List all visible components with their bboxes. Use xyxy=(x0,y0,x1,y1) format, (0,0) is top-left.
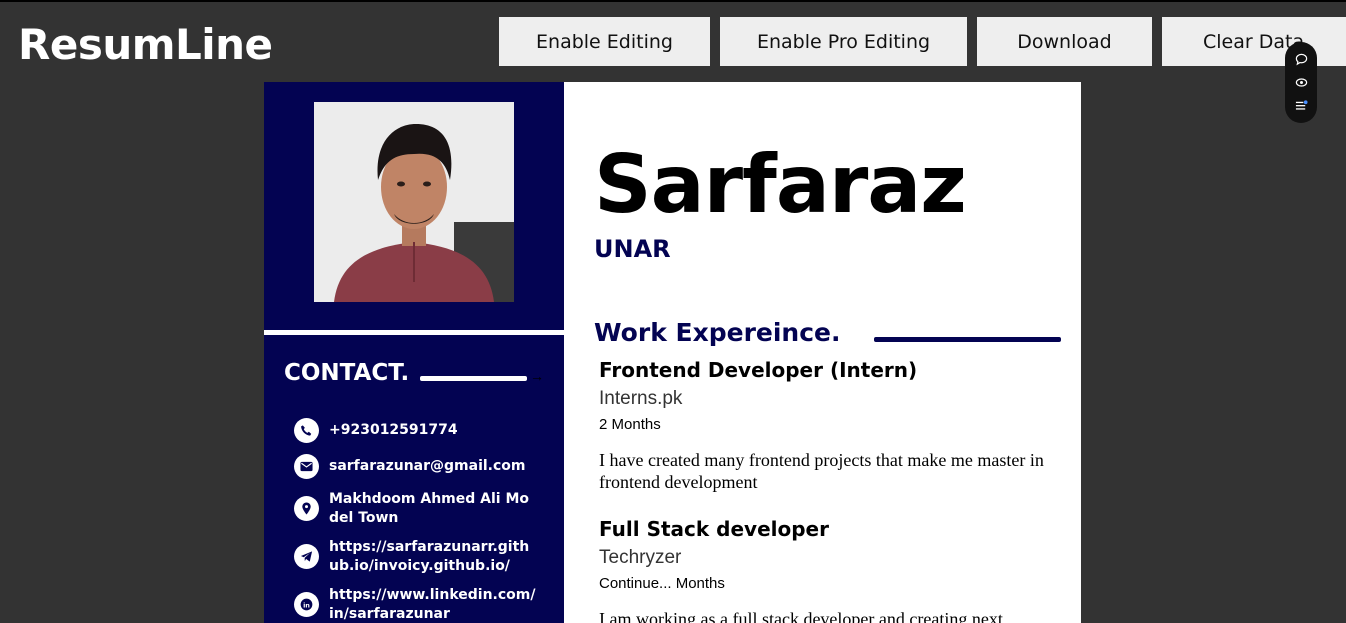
enable-editing-button[interactable]: Enable Editing xyxy=(499,17,710,66)
floating-toolbar xyxy=(1285,42,1317,123)
first-name: Sarfaraz xyxy=(594,138,967,231)
contact-address-text: Makhdoom Ahmed Ali Model Town xyxy=(329,491,530,526)
resume-sidebar: CONTACT. → +923012591774 sarfarazunar@gm… xyxy=(264,82,564,623)
phone-icon xyxy=(294,418,319,443)
contact-item-phone: +923012591774 xyxy=(294,418,539,443)
contact-item-website[interactable]: https://sarfarazunarr.github.io/invoicy.… xyxy=(294,538,539,576)
job-description: I am working as a full stack developer a… xyxy=(599,609,1003,623)
contact-item-email: sarfarazunar@gmail.com xyxy=(294,454,539,479)
download-button[interactable]: Download xyxy=(977,17,1152,66)
contact-item-linkedin[interactable]: in https://www.linkedin.com/in/sarfarazu… xyxy=(294,586,539,623)
work-experience-heading: Work Expereince. xyxy=(594,318,841,347)
job-description: I have created many frontend projects th… xyxy=(599,450,1044,492)
job-entry: Frontend Developer (Intern) Interns.pk 2… xyxy=(599,358,1059,493)
contact-heading: CONTACT. xyxy=(284,360,410,386)
job-company: Techryzer xyxy=(599,547,682,568)
resume-main: Sarfaraz UNAR Work Expereince. Frontend … xyxy=(564,82,1081,623)
contact-linkedin-link[interactable]: https://www.linkedin.com/in/sarfarazunar xyxy=(329,586,539,623)
app-logo: ResumLine xyxy=(18,20,273,69)
job-duration: 2 Months xyxy=(599,416,661,433)
clear-data-button[interactable]: Clear Data xyxy=(1162,17,1346,66)
job-title: Frontend Developer (Intern) xyxy=(599,358,918,382)
enable-pro-editing-button[interactable]: Enable Pro Editing xyxy=(720,17,967,66)
work-experience-rule xyxy=(874,337,1061,342)
job-company: Interns.pk xyxy=(599,388,683,409)
job-duration: Continue... Months xyxy=(599,575,725,592)
contact-website-link[interactable]: https://sarfarazunarr.github.io/invoicy.… xyxy=(329,538,539,576)
contact-phone-text: +923012591774 xyxy=(329,422,458,438)
resume-document: CONTACT. → +923012591774 sarfarazunar@gm… xyxy=(264,82,1081,623)
profile-photo xyxy=(314,102,514,302)
job-entry: Full Stack developer Techryzer Continue.… xyxy=(599,517,1059,623)
list-settings-icon[interactable] xyxy=(1294,99,1308,113)
location-icon xyxy=(294,496,319,521)
arrow-right-icon: → xyxy=(530,368,544,384)
email-icon xyxy=(294,454,319,479)
svg-text:in: in xyxy=(303,601,310,609)
telegram-icon xyxy=(294,544,319,569)
linkedin-icon: in xyxy=(294,592,319,617)
job-title: Full Stack developer xyxy=(599,517,829,541)
contact-email-text: sarfarazunar@gmail.com xyxy=(329,458,526,474)
sidebar-divider xyxy=(264,330,564,335)
contact-item-address: Makhdoom Ahmed Ali Model Town xyxy=(294,490,539,528)
eye-icon[interactable] xyxy=(1294,76,1308,90)
contact-heading-rule xyxy=(420,376,527,381)
last-name: UNAR xyxy=(594,235,671,263)
chat-bubble-icon[interactable] xyxy=(1294,53,1308,67)
